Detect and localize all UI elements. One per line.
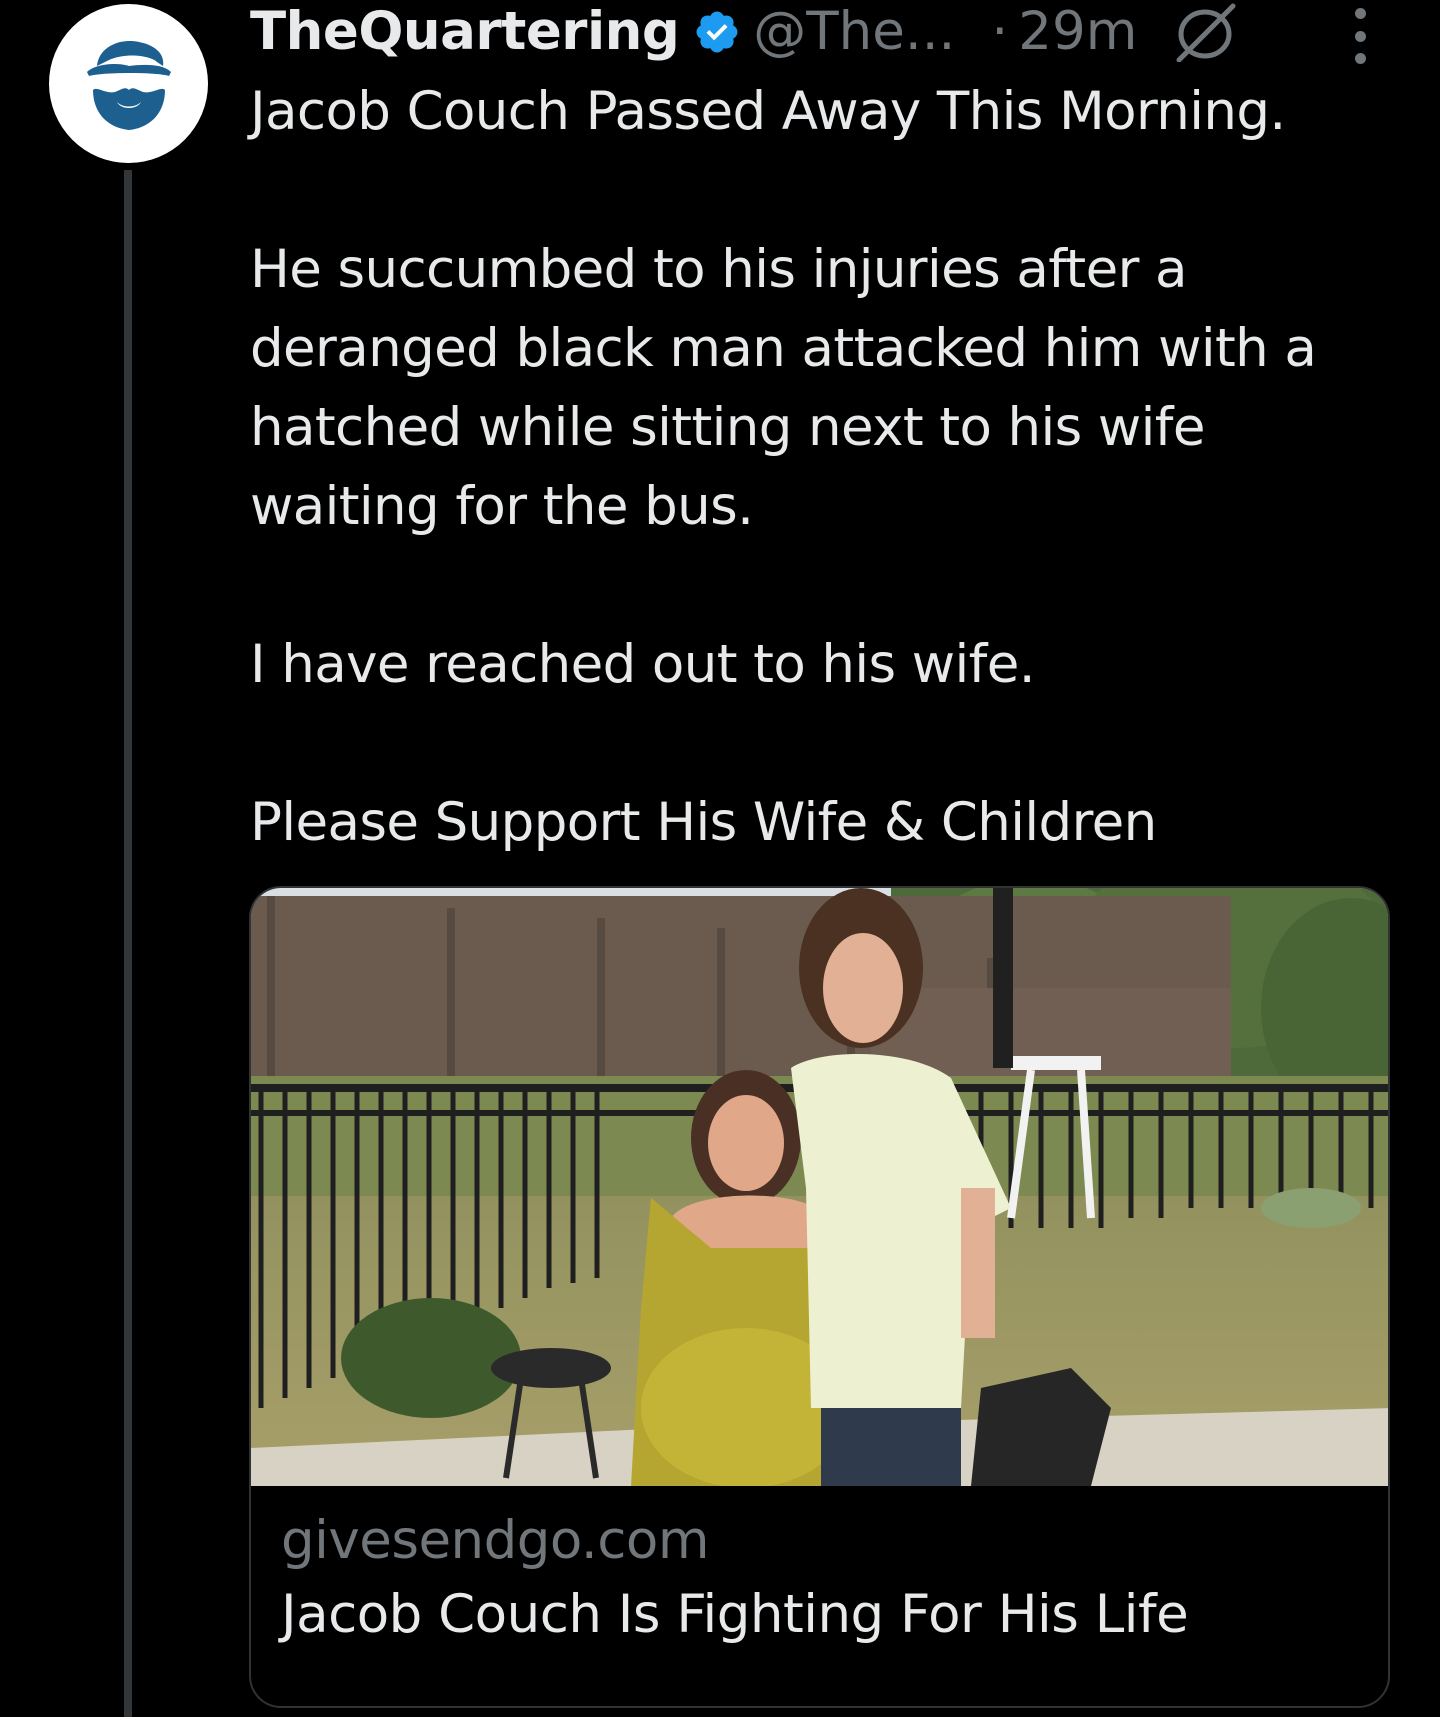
timestamp[interactable]: 29m	[1018, 0, 1137, 64]
card-title[interactable]: Jacob Couch Is Fighting For His Life	[281, 1582, 1361, 1648]
bearded-man-logo-icon	[86, 40, 171, 130]
verified-badge-icon	[693, 8, 741, 56]
couple-photo	[251, 888, 1388, 1486]
more-options-icon[interactable]	[1338, 8, 1382, 64]
link-preview-card[interactable]: givesendgo.com Jacob Couch Is Fighting F…	[249, 886, 1390, 1708]
tweet-header: TheQuartering @The... · 29m	[250, 0, 1380, 64]
tweet-text: Jacob Couch Passed Away This Morning. He…	[250, 72, 1400, 862]
separator-dot: ·	[991, 1, 1009, 62]
tweet[interactable]: TheQuartering @The... · 29m Jacob Couch …	[0, 0, 1440, 1717]
author-display-name[interactable]: TheQuartering	[250, 0, 680, 64]
circle-slash-icon	[1171, 2, 1241, 62]
card-domain: givesendgo.com	[281, 1510, 709, 1571]
card-meta: givesendgo.com Jacob Couch Is Fighting F…	[281, 1508, 1361, 1648]
card-image[interactable]	[251, 888, 1388, 1486]
tweet-paragraph: Please Support His Wife & Children	[250, 792, 1157, 853]
thread-line	[124, 170, 132, 1717]
author-handle[interactable]: @The...	[753, 0, 955, 64]
tweet-paragraph: He succumbed to his injuries after a der…	[250, 239, 1317, 537]
tweet-paragraph: Jacob Couch Passed Away This Morning.	[250, 81, 1286, 142]
tweet-paragraph: I have reached out to his wife.	[250, 634, 1036, 695]
author-avatar[interactable]	[49, 4, 208, 163]
